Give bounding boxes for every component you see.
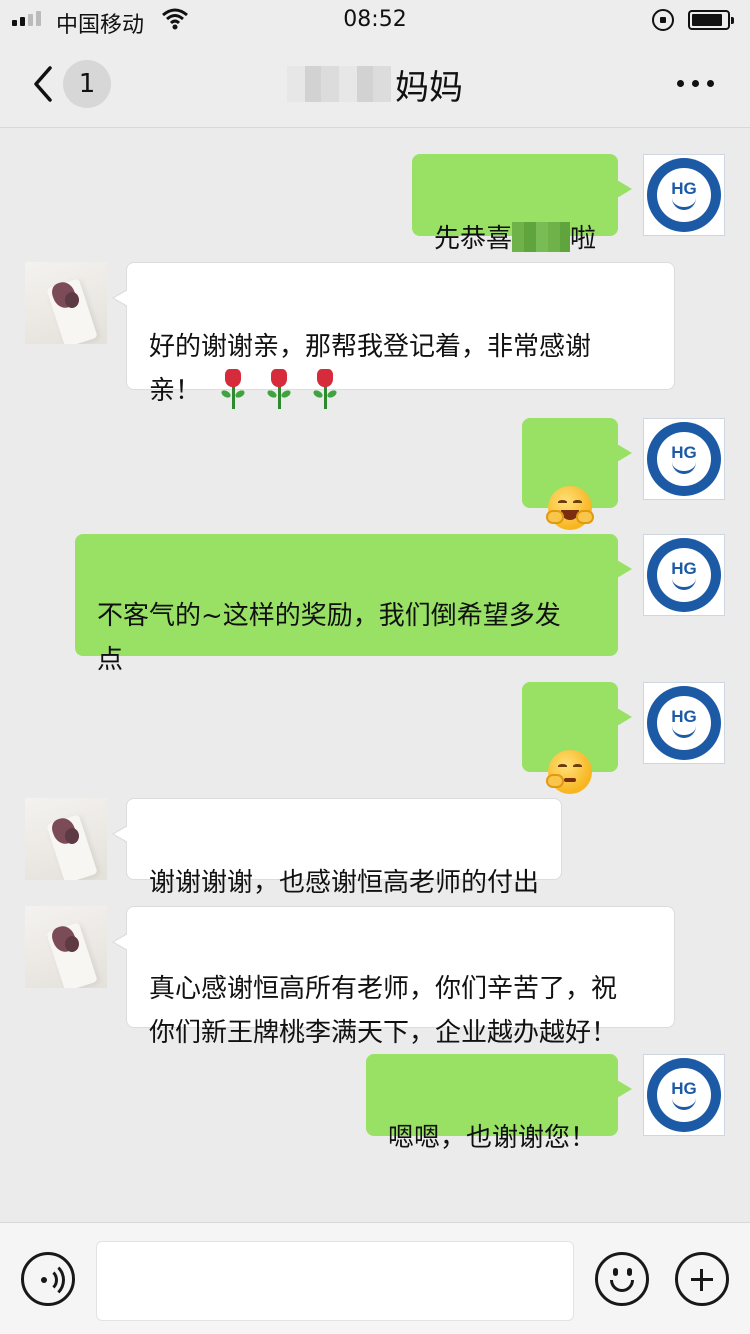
message-row: 好的谢谢亲，那帮我登记着，非常感谢 亲！ — [0, 262, 750, 409]
rotation-lock-icon — [652, 9, 674, 31]
rose-emoji-icon — [263, 369, 293, 409]
logo-text: HG — [671, 559, 697, 578]
avatar[interactable]: HG — [643, 154, 725, 236]
logo-text: HG — [671, 1079, 697, 1098]
message-text: 啦 — [569, 224, 596, 254]
message-row: 先恭喜 啦 HG — [0, 154, 750, 254]
message-text: 嗯嗯，也谢谢您！ — [387, 1123, 596, 1153]
message-row: 不客气的~这样的奖励，我们倒希望多发 点 HG — [0, 534, 750, 675]
rose-emoji-icon — [309, 369, 339, 409]
more-icon[interactable] — [677, 80, 714, 87]
logo-text: HG — [671, 707, 697, 726]
blurred-name-redaction — [287, 66, 391, 102]
contact-name: 妈妈 — [395, 67, 463, 108]
avatar[interactable] — [25, 906, 107, 988]
chat-title: 妈妈 — [0, 62, 750, 108]
avatar[interactable] — [25, 262, 107, 344]
status-time: 08:52 — [343, 7, 407, 32]
message-row: 嗯嗯，也谢谢您！ HG — [0, 1054, 750, 1153]
message-text: 先恭喜 — [433, 224, 512, 254]
rose-emoji-icon — [217, 369, 247, 409]
avatar[interactable] — [25, 798, 107, 880]
input-bar — [0, 1222, 750, 1334]
thinking-face-icon — [546, 749, 592, 794]
message-text: 谢谢谢谢，也感谢恒高老师的付出 — [149, 868, 540, 898]
avatar[interactable]: HG — [643, 1054, 725, 1136]
message-row: 真心感谢恒高所有老师，你们辛苦了，祝 你们新王牌桃李满天下，企业越办越好！ — [0, 906, 750, 1048]
emoji-icon[interactable] — [595, 1252, 649, 1306]
status-bar: 中国移动 08:52 — [0, 0, 750, 40]
message-bubble[interactable]: 先恭喜 啦 — [411, 154, 633, 254]
message-input[interactable] — [96, 1241, 574, 1321]
battery-icon — [688, 10, 734, 30]
logo-text: HG — [671, 179, 697, 198]
message-row: HG — [0, 418, 750, 530]
message-text: 真心感谢恒高所有老师，你们辛苦了，祝 你们新王牌桃李满天下，企业越办越好！ — [149, 974, 618, 1048]
message-bubble[interactable] — [522, 682, 632, 794]
censor-mosaic — [511, 222, 570, 252]
avatar[interactable]: HG — [643, 682, 725, 764]
logo-text: HG — [671, 443, 697, 462]
message-text: 好的谢谢亲，那帮我登记着，非常感谢 亲！ — [149, 332, 592, 406]
message-bubble[interactable] — [522, 418, 632, 530]
message-bubble[interactable]: 谢谢谢谢，也感谢恒高老师的付出 — [111, 798, 563, 898]
message-row: 谢谢谢谢，也感谢恒高老师的付出 — [0, 798, 750, 898]
avatar[interactable]: HG — [643, 534, 725, 616]
hugging-face-icon — [546, 485, 594, 530]
plus-icon[interactable] — [675, 1252, 729, 1306]
message-text: 不客气的~这样的奖励，我们倒希望多发 点 — [97, 601, 561, 675]
message-bubble[interactable]: 嗯嗯，也谢谢您！ — [365, 1054, 633, 1153]
message-bubble[interactable]: 好的谢谢亲，那帮我登记着，非常感谢 亲！ — [112, 262, 675, 409]
voice-icon[interactable] — [21, 1252, 75, 1306]
chat-messages: 先恭喜 啦 HG 好的谢谢亲，那帮我登记着，非常感谢 亲！ HG 不客气的~这样的… — [0, 129, 750, 1221]
avatar[interactable]: HG — [643, 418, 725, 500]
message-bubble[interactable]: 真心感谢恒高所有老师，你们辛苦了，祝 你们新王牌桃李满天下，企业越办越好！ — [112, 906, 675, 1048]
chat-header: 1 妈妈 — [0, 40, 750, 128]
message-bubble[interactable]: 不客气的~这样的奖励，我们倒希望多发 点 — [75, 534, 632, 675]
message-row: HG — [0, 682, 750, 794]
